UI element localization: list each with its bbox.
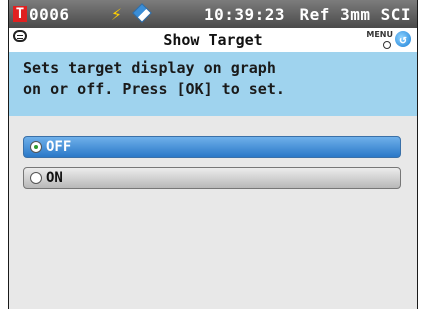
back-arrow-icon[interactable]: ↺ bbox=[395, 31, 411, 47]
probe-icon bbox=[132, 3, 152, 23]
status-bar: T 0006 ⚡ 10:39:23 Ref 3mm SCI bbox=[9, 0, 417, 28]
radio-selected-icon bbox=[30, 141, 42, 153]
description-line-1: Sets target display on graph bbox=[23, 59, 276, 77]
radio-unselected-icon bbox=[30, 172, 42, 184]
menu-button-icon bbox=[383, 41, 391, 49]
measurement-conditions: Ref 3mm SCI bbox=[299, 5, 411, 24]
option-off-label: OFF bbox=[46, 139, 72, 155]
page-title: Show Target bbox=[163, 31, 263, 49]
description-line-2: on or off. Press [OK] to set. bbox=[23, 80, 285, 98]
option-on-label: ON bbox=[46, 170, 63, 186]
clock-time: 10:39:23 bbox=[204, 5, 286, 24]
target-icon: T bbox=[13, 6, 27, 22]
instrument-screen: T 0006 ⚡ 10:39:23 Ref 3mm SCI Show Targe… bbox=[8, 0, 418, 309]
power-bolt-icon: ⚡ bbox=[111, 4, 122, 25]
option-off[interactable]: OFF bbox=[23, 136, 401, 158]
description-panel: Sets target display on graph on or off. … bbox=[9, 52, 417, 116]
option-on[interactable]: ON bbox=[23, 167, 401, 189]
options-panel: OFF ON bbox=[9, 116, 417, 309]
title-bar: Show Target MENU ↺ bbox=[9, 28, 417, 52]
menu-label: MENU bbox=[366, 30, 393, 39]
sample-id: 0006 bbox=[29, 5, 70, 24]
